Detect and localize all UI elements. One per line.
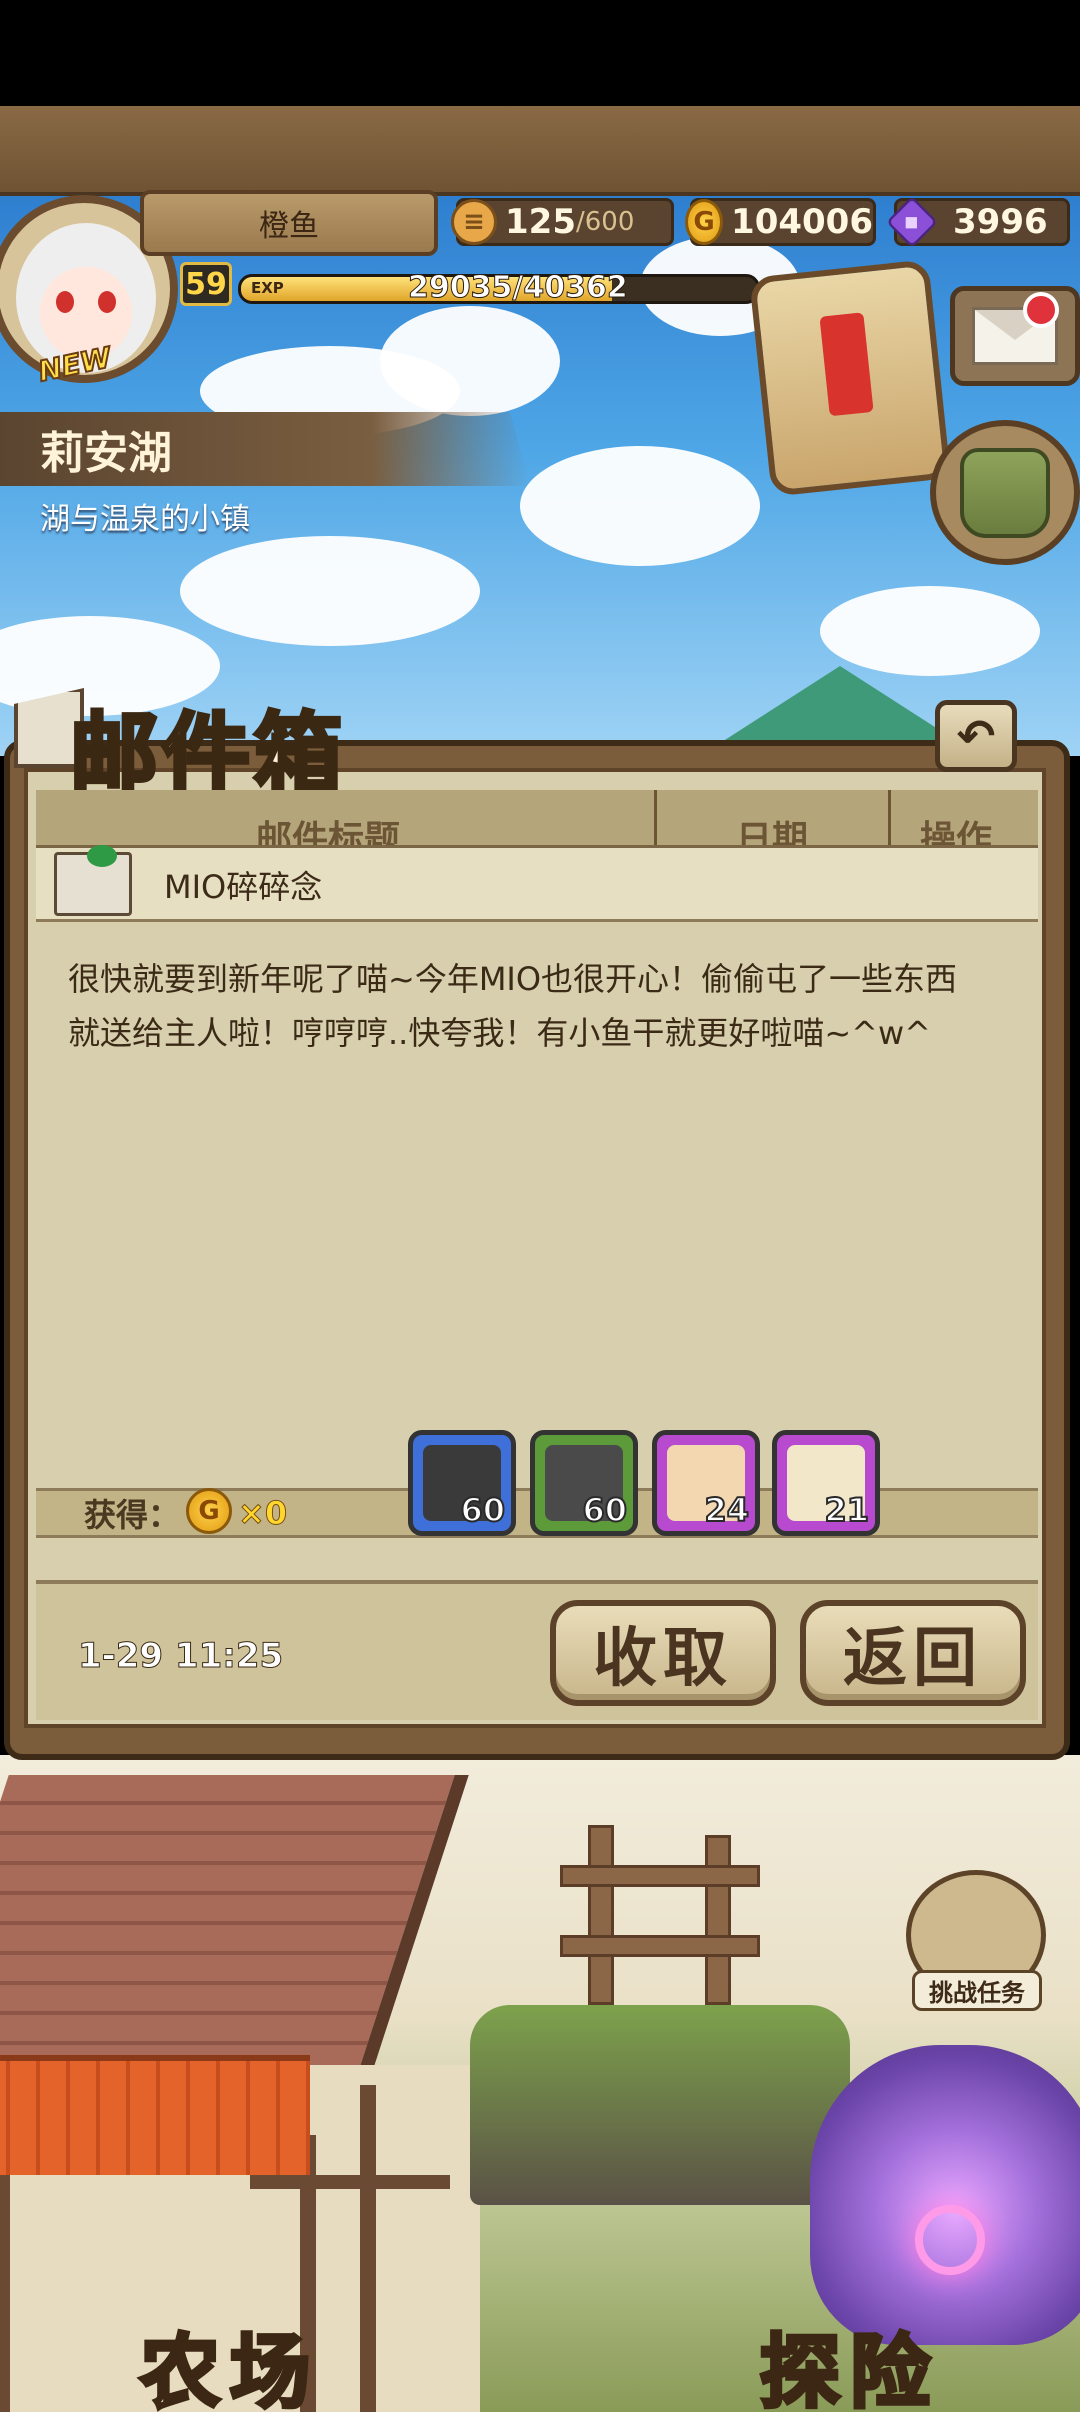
mail-button[interactable] (950, 286, 1080, 386)
quest-scroll-button[interactable] (748, 259, 952, 497)
mail-body: 很快就要到新年呢了喵~今年MIO也很开心！偷偷屯了一些东西 就送给主人啦！哼哼哼… (68, 952, 1028, 1060)
column-header-date: 日期 (736, 819, 809, 848)
back-arrow-icon: ↶ (956, 709, 996, 763)
coin-reward-count: ×0 (237, 1494, 288, 1533)
backpack-icon (960, 447, 1050, 538)
stamina-value: 125 (505, 202, 576, 242)
stamina-counter[interactable]: ≡ 125/600 (451, 198, 674, 246)
mail-subject: MIO碎碎念 (164, 868, 323, 906)
explore-tab[interactable]: 探险 (740, 2320, 960, 2412)
mail-body-line: 很快就要到新年呢了喵~今年MIO也很开心！偷偷屯了一些东西 (68, 960, 958, 998)
column-header-action: 操作 (920, 819, 993, 848)
gift-mail-icon (54, 845, 132, 916)
mail-row[interactable]: MIO碎碎念 (36, 845, 1038, 922)
mail-body-line: 就送给主人啦！哼哼哼..快夸我！有小鱼干就更好啦喵~^w^ (68, 1014, 931, 1052)
exp-label: EXP (251, 279, 284, 297)
backpack-button[interactable] (930, 420, 1080, 565)
reward-item-slot[interactable]: 60 (530, 1430, 638, 1536)
return-button[interactable]: 返回 (800, 1600, 1026, 1706)
location-name: 莉安湖 (40, 428, 172, 479)
mail-notification-dot (1023, 292, 1059, 328)
player-name-plate[interactable]: 橙鱼 (140, 190, 438, 256)
mail-date: 1-29 11:25 (77, 1636, 284, 1677)
gold-coin-icon: G (186, 1488, 232, 1534)
player-level: 59 (180, 262, 232, 306)
gold-coin-icon: G (685, 199, 724, 245)
exp-text: 29035/40362 (408, 270, 629, 306)
reward-item-slot[interactable]: 21 (772, 1430, 880, 1536)
challenge-quest-label[interactable]: 挑战任务 (912, 1970, 1042, 2011)
status-bar-area (0, 0, 1080, 106)
collect-button[interactable]: 收取 (550, 1600, 776, 1706)
item-count: 60 (459, 1490, 506, 1530)
location-name-plate: 莉安湖 (0, 412, 530, 486)
item-count: 24 (703, 1490, 750, 1530)
gold-value: 104006 (731, 202, 873, 242)
gem-value: 3996 (953, 202, 1048, 242)
mail-table-header: 邮件标题 日期 操作 (36, 790, 1038, 848)
reward-item-slot[interactable]: 60 (408, 1430, 516, 1536)
column-header-title: 邮件标题 (256, 819, 401, 848)
reward-item-slot[interactable]: 24 (652, 1430, 760, 1536)
gold-counter[interactable]: G 104006 (685, 198, 876, 246)
item-count: 21 (823, 1490, 870, 1530)
location-subtitle: 湖与温泉的小镇 (40, 502, 250, 537)
stamina-max: /600 (575, 207, 635, 237)
farm-tab[interactable]: 农场 (120, 2320, 340, 2412)
gem-counter[interactable]: ◆ 3996 (885, 195, 1070, 249)
reward-label: 获得： (84, 1496, 181, 1534)
top-wood-frame (0, 106, 1080, 196)
exclamation-icon (819, 312, 874, 417)
bread-icon: ≡ (451, 199, 497, 245)
purple-gem-icon: ◆ (885, 195, 939, 249)
panel-back-button[interactable]: ↶ (935, 700, 1017, 772)
player-name: 橙鱼 (259, 209, 319, 244)
item-count: 60 (581, 1490, 628, 1530)
